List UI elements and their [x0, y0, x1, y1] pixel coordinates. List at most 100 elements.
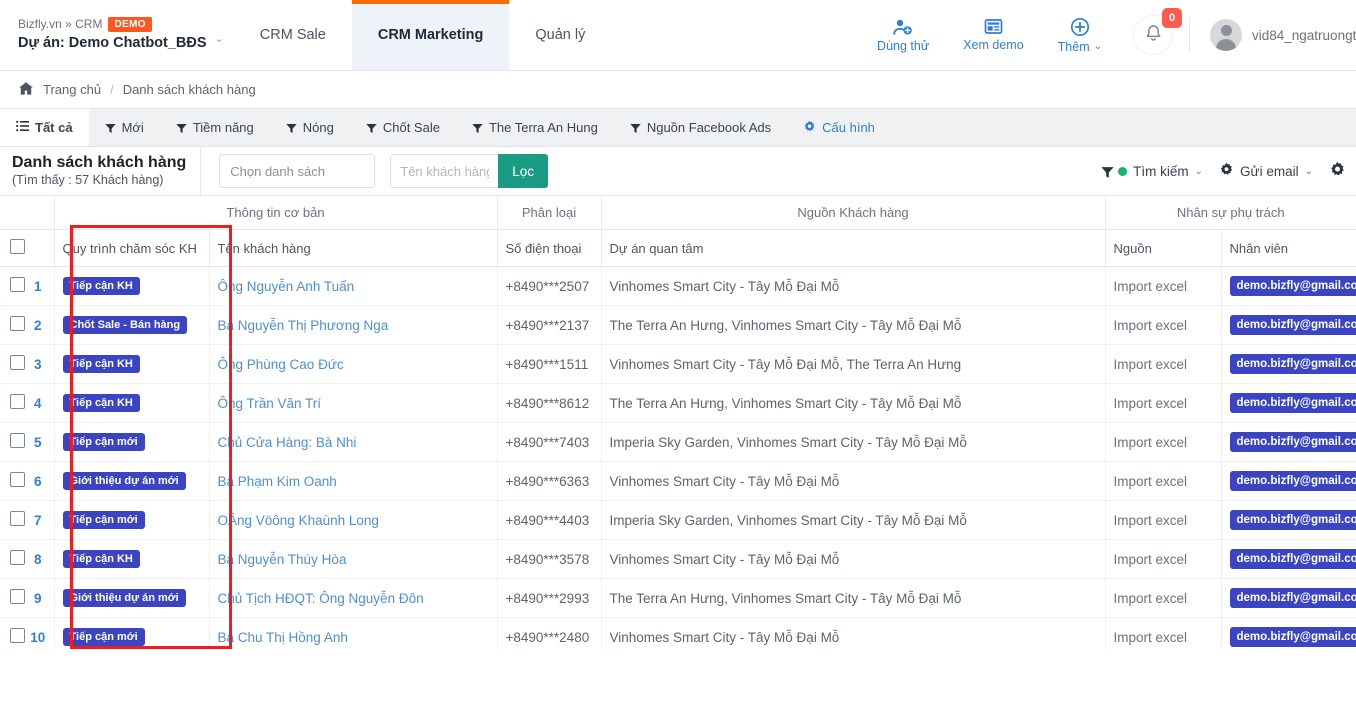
- column-header-customer-name[interactable]: Tên khách hàng: [208, 229, 497, 267]
- user-menu[interactable]: vid84_ngatruongthi: [1196, 19, 1356, 51]
- care-process-badge[interactable]: Tiếp cận mới: [62, 433, 145, 451]
- customer-name-link[interactable]: Bà Nguyễn Thúy Hòa: [218, 552, 347, 567]
- column-header-phone[interactable]: Số điện thoại: [496, 229, 601, 267]
- table-row[interactable]: 2 Chốt Sale - Bán hàng Bà Nguyễn Thị Phư…: [0, 305, 1356, 345]
- row-care-process-cell: Tiếp cận KH: [53, 344, 209, 384]
- staff-email-badge[interactable]: demo.bizfly@gmail.com: [1229, 627, 1356, 647]
- staff-email-badge[interactable]: demo.bizfly@gmail.com: [1229, 549, 1356, 569]
- table-row[interactable]: 7 Tiếp cận mới OÂng Vöông Khaùnh Long +8…: [0, 500, 1356, 540]
- filter-tab-tat-ca[interactable]: Tất cả: [0, 109, 89, 146]
- row-checkbox[interactable]: [10, 628, 25, 643]
- row-checkbox[interactable]: [10, 316, 25, 331]
- add-more-button[interactable]: Thêm ⌄: [1041, 17, 1119, 54]
- group-header-classify: Phân loại: [496, 196, 601, 230]
- row-source: Import excel: [1104, 344, 1221, 384]
- column-header-source[interactable]: Nguồn: [1104, 229, 1221, 267]
- staff-email-badge[interactable]: demo.bizfly@gmail.com: [1229, 510, 1356, 530]
- staff-email-badge[interactable]: demo.bizfly@gmail.com: [1229, 432, 1356, 452]
- customer-name-link[interactable]: Ông Phùng Cao Đức: [218, 357, 344, 372]
- row-checkbox[interactable]: [10, 550, 25, 565]
- search-input[interactable]: [390, 154, 499, 188]
- row-care-process-cell: Tiếp cận mới: [53, 422, 209, 462]
- table-row[interactable]: 1 Tiếp cận KH Ông Nguyễn Anh Tuấn +8490*…: [0, 266, 1356, 306]
- row-checkbox-cell: [0, 617, 25, 649]
- row-source: Import excel: [1104, 461, 1221, 501]
- filter-tab-tiem-nang[interactable]: Tiềm năng: [160, 109, 270, 146]
- notifications-button[interactable]: 0: [1133, 8, 1182, 55]
- list-select[interactable]: Chọn danh sách: [219, 154, 376, 188]
- row-checkbox[interactable]: [10, 589, 25, 604]
- care-process-badge[interactable]: Tiếp cận KH: [62, 550, 140, 568]
- filter-tab-cau-hinh[interactable]: Cấu hình: [787, 109, 891, 146]
- customer-name-link[interactable]: Chủ Tịch HĐQT: Ông Nguyễn Đôn: [218, 591, 424, 606]
- care-process-badge[interactable]: Tiếp cận KH: [62, 355, 140, 373]
- group-header-blank: [0, 196, 54, 230]
- care-process-badge[interactable]: Giới thiệu dự án mới: [62, 472, 186, 490]
- customer-name-link[interactable]: Bà Phạm Kim Oanh: [218, 474, 337, 489]
- care-process-badge[interactable]: Chốt Sale - Bán hàng: [62, 316, 188, 334]
- table-settings-button[interactable]: [1321, 161, 1354, 181]
- nav-tab-crm-sale[interactable]: CRM Sale: [234, 0, 352, 70]
- table-row[interactable]: 8 Tiếp cận KH Bà Nguyễn Thúy Hòa +8490**…: [0, 539, 1356, 579]
- brand-project-switcher[interactable]: Bizfly.vn » CRM DEMO Dự án: Demo Chatbot…: [0, 0, 234, 70]
- staff-email-badge[interactable]: demo.bizfly@gmail.com: [1229, 354, 1356, 374]
- row-staff-cell: demo.bizfly@gmail.com: [1220, 383, 1356, 423]
- send-email-dropdown[interactable]: Gửi email ⌄: [1211, 162, 1321, 180]
- row-checkbox[interactable]: [10, 433, 25, 448]
- row-staff-cell: demo.bizfly@gmail.com: [1220, 617, 1356, 649]
- staff-email-badge[interactable]: demo.bizfly@gmail.com: [1229, 471, 1356, 491]
- filter-tab-label: Cấu hình: [822, 120, 875, 135]
- row-care-process-cell: Tiếp cận KH: [53, 383, 209, 423]
- search-dropdown[interactable]: Tìm kiếm ⌄: [1093, 164, 1211, 179]
- care-process-badge[interactable]: Tiếp cận mới: [62, 511, 145, 529]
- customer-name-link[interactable]: Ông Nguyễn Anh Tuấn: [218, 279, 355, 294]
- funnel-icon: [176, 122, 187, 133]
- staff-email-badge[interactable]: demo.bizfly@gmail.com: [1229, 315, 1356, 335]
- home-icon[interactable]: [18, 81, 34, 99]
- row-customer-name-cell: Bà Nguyễn Thị Phương Nga: [208, 305, 497, 345]
- row-checkbox[interactable]: [10, 355, 25, 370]
- table-row[interactable]: 9 Giới thiệu dự án mới Chủ Tịch HĐQT: Ôn…: [0, 578, 1356, 618]
- table-row[interactable]: 10 Tiếp cận mới Bà Chu Thị Hồng Anh +849…: [0, 617, 1356, 649]
- care-process-badge[interactable]: Tiếp cận mới: [62, 628, 145, 646]
- staff-email-badge[interactable]: demo.bizfly@gmail.com: [1229, 393, 1356, 413]
- row-checkbox-cell: [0, 500, 25, 540]
- column-header-project[interactable]: Dự án quan tâm: [600, 229, 1105, 267]
- table-row[interactable]: 5 Tiếp cận mới Chủ Cửa Hàng: Bà Nhi +849…: [0, 422, 1356, 462]
- staff-email-badge[interactable]: demo.bizfly@gmail.com: [1229, 276, 1356, 296]
- table-row[interactable]: 4 Tiếp cận KH Ông Trần Văn Trí +8490***8…: [0, 383, 1356, 423]
- filter-tab-the-terra-an-hung[interactable]: The Terra An Hung: [456, 109, 614, 146]
- care-process-badge[interactable]: Giới thiệu dự án mới: [62, 589, 186, 607]
- nav-tab-crm-marketing[interactable]: CRM Marketing: [351, 0, 510, 70]
- row-checkbox[interactable]: [10, 511, 25, 526]
- trial-button[interactable]: Dùng thử: [860, 18, 946, 53]
- column-header-staff[interactable]: Nhân viên: [1220, 229, 1356, 267]
- plus-circle-icon: [1070, 17, 1090, 37]
- view-demo-button[interactable]: Xem demo: [946, 18, 1040, 52]
- customer-name-link[interactable]: Ông Trần Văn Trí: [218, 396, 322, 411]
- filter-tab-label: Chốt Sale: [382, 120, 440, 135]
- filter-tab-nguon-facebook-ads[interactable]: Nguồn Facebook Ads: [614, 109, 787, 146]
- select-all-checkbox[interactable]: [10, 239, 25, 254]
- staff-email-badge[interactable]: demo.bizfly@gmail.com: [1229, 588, 1356, 608]
- nav-tab-quan-ly[interactable]: Quản lý: [509, 0, 611, 70]
- chevron-down-icon[interactable]: ⌄: [215, 32, 224, 45]
- filter-button[interactable]: Lọc: [498, 154, 549, 188]
- row-checkbox[interactable]: [10, 472, 25, 487]
- customer-name-link[interactable]: OÂng Vöông Khaùnh Long: [218, 513, 379, 528]
- care-process-badge[interactable]: Tiếp cận KH: [62, 277, 140, 295]
- customer-name-link[interactable]: Chủ Cửa Hàng: Bà Nhi: [218, 435, 357, 450]
- filter-tab-nong[interactable]: Nóng: [270, 109, 350, 146]
- customer-name-link[interactable]: Bà Nguyễn Thị Phương Nga: [218, 318, 389, 333]
- row-checkbox[interactable]: [10, 277, 25, 292]
- table-row[interactable]: 6 Giới thiệu dự án mới Bà Phạm Kim Oanh …: [0, 461, 1356, 501]
- column-header-care-process[interactable]: Quy trình chăm sóc KH: [53, 229, 209, 267]
- row-checkbox[interactable]: [10, 394, 25, 409]
- filter-tab-chot-sale[interactable]: Chốt Sale: [350, 109, 456, 146]
- table-row[interactable]: 3 Tiếp cận KH Ông Phùng Cao Đức +8490***…: [0, 344, 1356, 384]
- breadcrumb-item-home[interactable]: Trang chủ: [43, 82, 101, 97]
- customer-name-link[interactable]: Bà Chu Thị Hồng Anh: [218, 630, 348, 645]
- filter-tab-moi[interactable]: Mới: [89, 109, 160, 146]
- care-process-badge[interactable]: Tiếp cận KH: [62, 394, 140, 412]
- top-right-actions: Dùng thử Xem demo Thêm ⌄ 0 vid84_ngatruo…: [860, 0, 1356, 70]
